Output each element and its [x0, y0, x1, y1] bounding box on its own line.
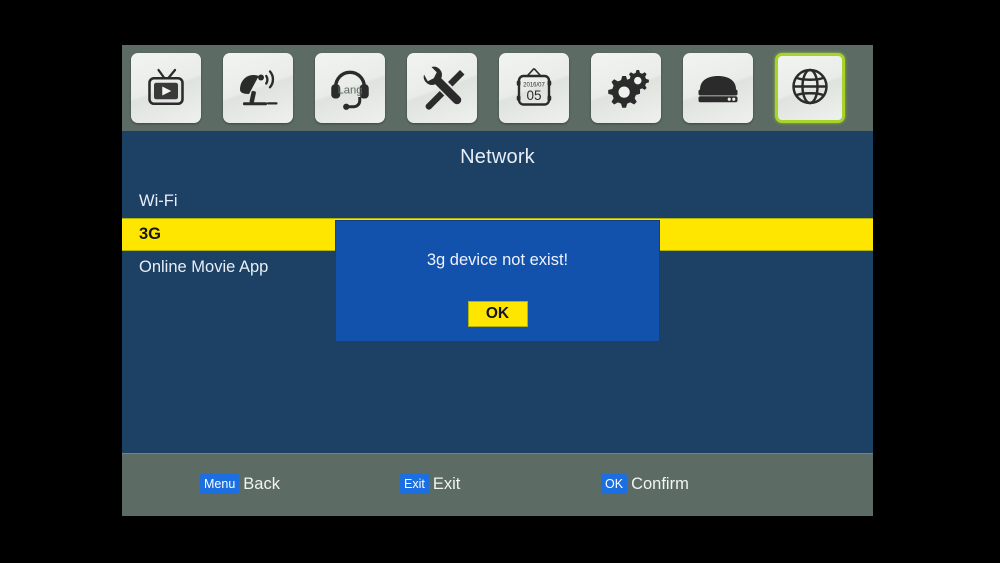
hint-label: Exit	[432, 474, 461, 493]
hint-key-badge: OK	[601, 473, 628, 495]
toolbar-item-date[interactable]: 2016/07 05	[499, 53, 569, 123]
dialog-message: 3g device not exist!	[426, 250, 569, 269]
menu-item-label: 3G	[139, 225, 162, 243]
hint-back[interactable]: Menu Back	[200, 473, 280, 495]
toolbar-item-installation[interactable]	[223, 53, 293, 123]
calendar-icon: 2016/07 05	[516, 67, 552, 106]
title-bar: Network	[122, 131, 873, 183]
hard-drive-icon	[698, 76, 738, 103]
toolbar-item-tools[interactable]	[407, 53, 477, 123]
hint-label: Back	[243, 474, 280, 493]
toolbar-item-network[interactable]	[775, 53, 845, 123]
page-title: Network	[460, 145, 535, 168]
toolbar-item-language[interactable]: Lang	[315, 53, 385, 123]
menu-item-wifi[interactable]: Wi-Fi	[122, 185, 873, 218]
toolbar-item-settings[interactable]	[591, 53, 661, 123]
hint-key-badge: Exit	[400, 473, 429, 495]
gears-icon	[608, 70, 649, 108]
menu-item-label: Wi-Fi	[139, 192, 178, 210]
main-menu-toolbar: Lang 2016/07 05	[122, 45, 873, 131]
toolbar-item-storage[interactable]	[683, 53, 753, 123]
hint-label: Confirm	[631, 474, 689, 493]
stb-screen: Lang 2016/07 05 Network Wi-Fi 3G Online …	[122, 45, 873, 516]
dialog-ok-button[interactable]: OK	[467, 301, 528, 327]
key-hint-bar: Menu Back Exit Exit OK Confirm	[122, 453, 873, 516]
satellite-dish-icon	[240, 70, 278, 106]
error-dialog: 3g device not exist! OK	[335, 220, 660, 342]
hint-exit[interactable]: Exit Exit	[400, 473, 460, 495]
wrench-screwdriver-icon	[423, 66, 465, 110]
hint-confirm[interactable]: OK Confirm	[601, 473, 689, 495]
globe-icon	[792, 68, 828, 105]
svg-text:Lang: Lang	[337, 84, 362, 96]
toolbar-item-tv[interactable]	[131, 53, 201, 123]
hint-key-badge: Menu	[200, 473, 240, 495]
tv-icon	[148, 68, 184, 106]
headset-lang-icon: Lang	[331, 70, 369, 110]
menu-item-label: Online Movie App	[139, 258, 269, 276]
calendar-day-label: 05	[526, 88, 541, 103]
